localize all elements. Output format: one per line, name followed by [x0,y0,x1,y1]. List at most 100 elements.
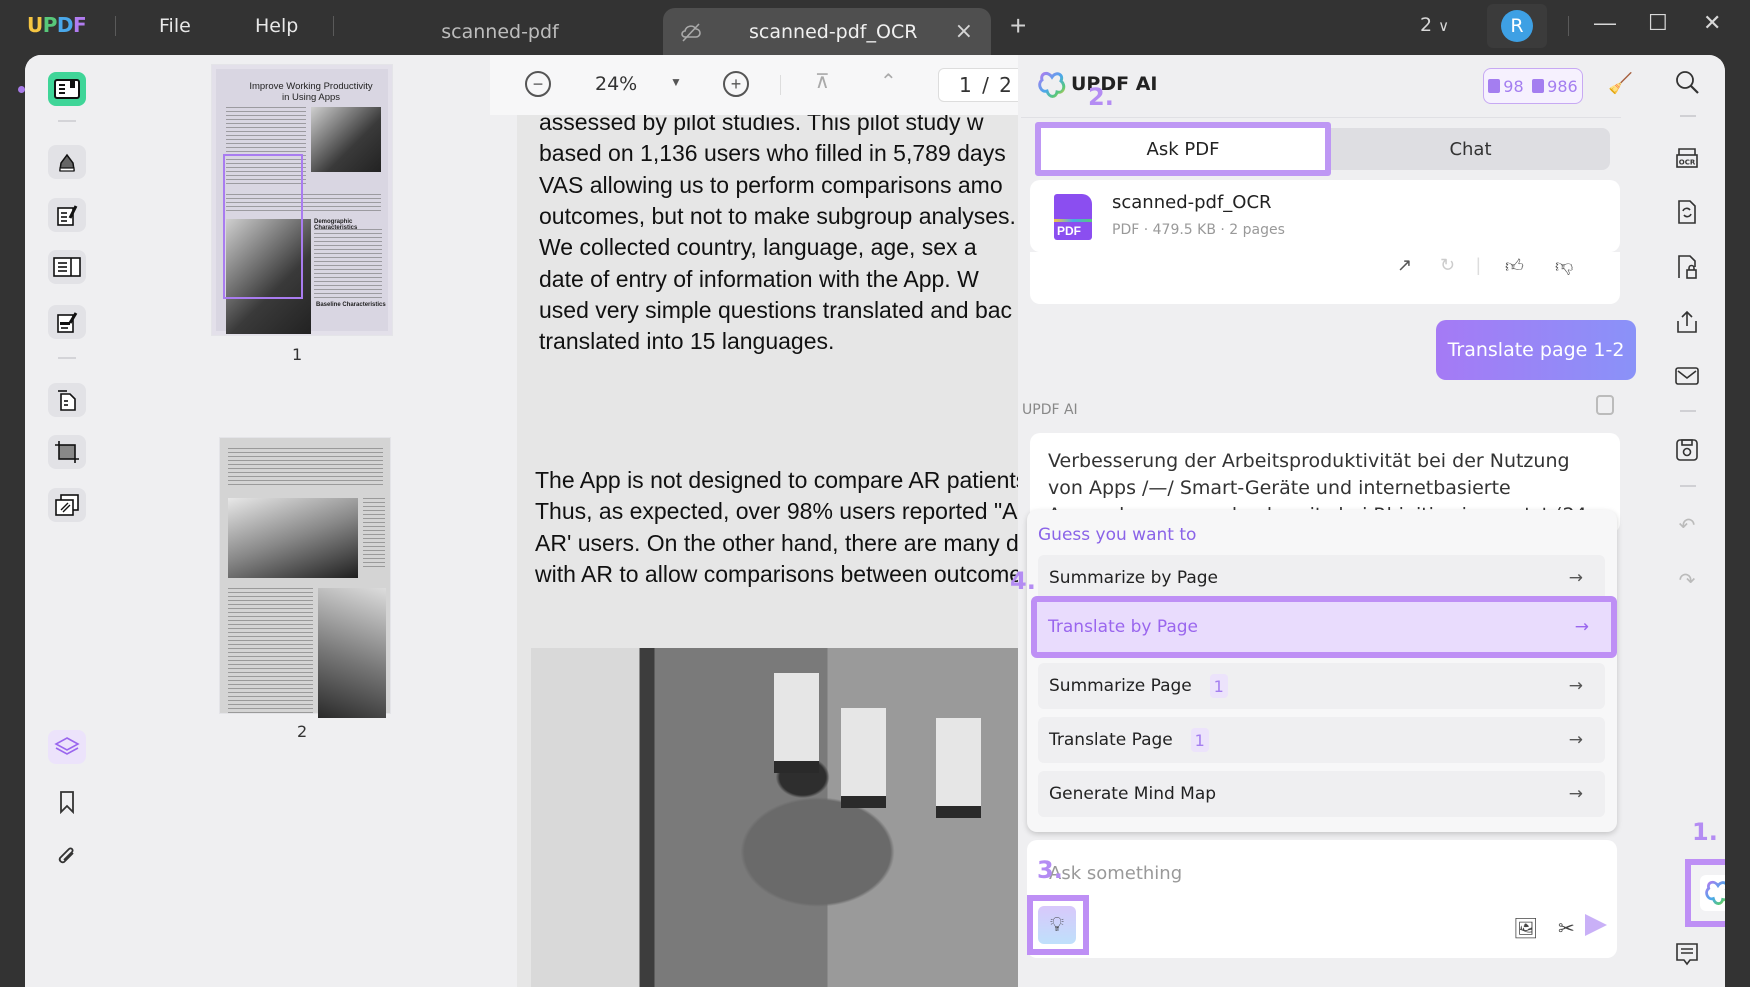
save-button[interactable] [1672,435,1702,465]
updf-ai-icon [1705,880,1725,905]
arrow-right-icon: → [1568,568,1583,588]
suggestion-item[interactable]: Translate Page 1 → [1038,717,1605,763]
copy-icon[interactable] [1596,395,1614,415]
thumbs-down-icon[interactable]: 👎︎ [1555,255,1573,277]
divider [1680,485,1696,487]
screenshot-crop-icon[interactable]: ✂︎ [1558,916,1575,941]
comment-list-icon [1676,943,1698,966]
window-count-dropdown[interactable]: 2 ∨ [1420,14,1449,36]
updf-ai-logo-icon [1038,71,1066,98]
menu-file[interactable]: File [159,15,191,37]
page-badge[interactable]: 1 [1209,674,1228,698]
pdf-page: assessed by pilot studies. This pilot st… [517,115,1025,987]
minimize-button[interactable]: — [1594,10,1616,36]
thumbnail-photo [311,107,381,172]
zoom-dropdown-icon[interactable]: ▼ [670,75,682,89]
send-icon[interactable] [1585,914,1607,936]
ocr-button[interactable]: OCR [1672,143,1702,173]
clear-chat-icon[interactable]: 🧹 [1608,71,1633,96]
divider [1021,117,1621,118]
maximize-button[interactable]: ☐ [1648,10,1668,36]
divider [115,16,116,36]
mail-icon [1675,367,1699,385]
ai-title: UPDF AI [1071,73,1158,95]
document-text-line: AR' users. On the other hand, there are … [535,529,1019,556]
reader-tool[interactable] [48,72,86,106]
suggestion-label: Generate Mind Map [1049,784,1217,804]
logo-letter: U [27,13,43,37]
suggestion-item[interactable]: Translate by Page → [1031,596,1617,658]
export-icon[interactable]: ↗ [1397,255,1412,276]
chevron-down-icon: ∨ [1438,17,1450,35]
fill-sign-tool[interactable] [48,305,86,339]
divider [333,16,334,36]
first-page-icon[interactable]: ⊼ [815,69,830,94]
ocr-icon: OCR [1676,148,1698,168]
thumbnail-photo [318,588,386,718]
suggestion-item[interactable]: Summarize Page 1 → [1038,663,1605,709]
notification-dot [18,86,25,93]
document-text-line: outcomes, but not to make subgroup analy… [539,202,1016,229]
new-tab-button[interactable]: + [1010,10,1026,42]
convert-button[interactable] [1672,197,1702,227]
crop-tool[interactable] [48,435,86,469]
email-button[interactable] [1672,361,1702,391]
comment-tool[interactable] [48,145,86,179]
menu-help[interactable]: Help [255,15,298,37]
redo-button[interactable]: ↷ [1672,565,1702,595]
paperclip-icon [58,847,74,864]
search-button[interactable] [1672,67,1702,97]
ask-input[interactable] [1049,858,1589,888]
zoom-level[interactable]: 24% [595,73,637,95]
credits-badge[interactable]: 98 986 [1483,68,1583,104]
tab-label: scanned-pdf [441,20,559,43]
protect-button[interactable] [1672,252,1702,282]
highlighter-icon [59,153,75,172]
tab-ask-pdf[interactable]: Ask PDF [1035,122,1331,176]
tab-chat[interactable]: Chat [1331,128,1610,170]
bookmark-tool[interactable] [48,785,86,819]
previous-page-icon[interactable]: ⌃ [880,69,897,94]
annotation-step-4: 4. [1010,567,1036,595]
close-tab-icon[interactable]: × [955,19,973,44]
updf-ai-button[interactable] [1685,859,1725,927]
compare-tool[interactable] [48,488,86,522]
document-text-line: We collected country, language, age, sex… [539,234,977,261]
window-count: 2 [1420,14,1433,36]
image-upload-icon[interactable]: 🖼︎ [1513,916,1538,941]
zoom-out-button[interactable]: − [525,71,551,97]
page-badge[interactable]: 1 [1190,728,1209,752]
regenerate-icon[interactable]: ↻ [1440,255,1455,276]
suggestion-item[interactable]: Generate Mind Map → [1038,771,1605,817]
document-icon [1488,78,1501,93]
comments-panel-button[interactable] [1672,939,1702,969]
tab-scanned-pdf-ocr[interactable]: scanned-pdf_OCR × [663,8,991,55]
attachment-tool[interactable] [48,840,86,874]
text-block [228,448,383,488]
undo-icon: ↶ [1678,514,1696,537]
viewport-indicator[interactable] [223,154,303,299]
arrow-right-icon: → [1574,617,1589,637]
convert-tool[interactable] [48,383,86,417]
layers-icon [54,737,80,755]
close-window-button[interactable]: ✕ [1703,10,1721,36]
layers-tool[interactable] [48,730,86,764]
suggestion-label: Summarize by Page [1049,568,1219,588]
thumbs-up-icon[interactable]: 👍︎ [1505,255,1524,277]
zoom-in-button[interactable]: + [723,71,749,97]
document-text-line: assessed by pilot studies. This pilot st… [539,115,984,135]
prompt-suggestions-button[interactable]: 💡︎ [1027,895,1089,955]
divider [58,120,76,122]
account-button[interactable]: R [1487,4,1547,48]
suggestion-item[interactable]: Summarize by Page → [1038,555,1605,601]
share-button[interactable] [1672,307,1702,337]
tab-scanned-pdf[interactable]: scanned-pdf [340,8,660,55]
thumbnail-page-2[interactable] [220,438,390,718]
edit-pdf-tool[interactable] [48,198,86,232]
undo-button[interactable]: ↶ [1672,510,1702,540]
organize-pages-tool[interactable] [48,250,86,284]
updf-ai-panel: UPDF AI 98 986 🧹 2. Ask PDF Chat PDF sca… [1010,55,1650,987]
thumbnail-page-1[interactable]: Improve Working Productivity in Using App… [212,65,392,335]
title-line: in Using Apps [281,92,341,103]
document-text-line: with AR to allow comparisons between out… [535,560,1023,587]
